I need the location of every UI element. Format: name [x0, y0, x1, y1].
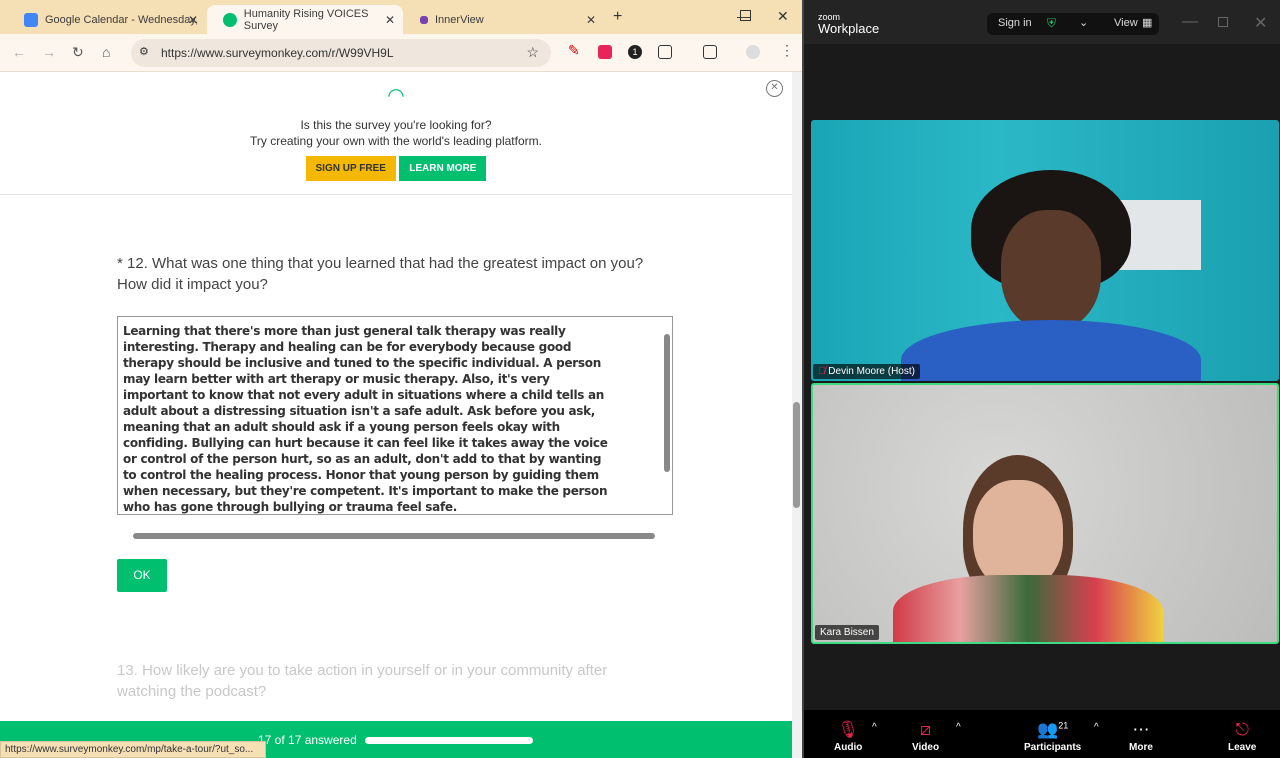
participant-name-tag: 🎙̸ Devin Moore (Host) [813, 364, 920, 379]
answer-textarea[interactable]: Learning that there's more than just gen… [117, 316, 673, 515]
close-tab-icon[interactable]: ✕ [188, 13, 198, 27]
question-12-label: * 12. What was one thing that you learne… [117, 255, 644, 293]
status-bar-url: https://www.surveymonkey.com/mp/take-a-t… [0, 741, 266, 758]
site-settings-icon[interactable]: ⚙ [139, 45, 149, 58]
pen-extension-icon[interactable]: ✎ [568, 42, 582, 58]
home-icon[interactable]: ⌂ [102, 44, 110, 60]
meeting-controls: 🎙 Audio ^ ⧄ Video ^ 👥21 Participants ^ ⋯ Mor… [804, 710, 1280, 758]
participant-name-tag: Kara Bissen [815, 625, 879, 640]
tab-google-calendar[interactable]: Google Calendar - Wednesday, ✕ [8, 5, 206, 34]
shield-check-icon: ⛨ [1047, 16, 1057, 30]
more-button[interactable]: ⋯ More [1129, 720, 1153, 753]
star-icon[interactable]: ☆ [526, 44, 539, 61]
progress-bar [365, 737, 533, 744]
surveymonkey-logo: ◠ [387, 85, 405, 107]
close-tab-icon[interactable]: ✕ [586, 13, 596, 27]
profile-avatar[interactable] [746, 45, 760, 59]
address-bar[interactable]: ⚙ https://www.surveymonkey.com/r/W99VH9L ☆ [131, 39, 551, 67]
banner-line2: Try creating your own with the world's l… [250, 134, 542, 148]
tab-bar: Google Calendar - Wednesday, ✕ Humanity R… [0, 0, 802, 34]
audio-button[interactable]: 🎙 Audio [834, 720, 862, 753]
pointer-extension-icon[interactable] [598, 45, 612, 59]
muted-mic-icon: 🎙̸ [818, 366, 826, 377]
participants-button[interactable]: 👥21 Participants [1024, 720, 1081, 753]
view-button[interactable]: View [1114, 17, 1138, 29]
video-tile-kara[interactable]: Kara Bissen [811, 383, 1279, 644]
zoom-minimize-icon[interactable]: — [1182, 13, 1198, 31]
promo-banner: ◠ Is this the survey you're looking for?… [0, 72, 792, 195]
calendar-icon [24, 12, 38, 27]
surveymonkey-icon [223, 12, 237, 27]
zoom-close-icon[interactable]: ✕ [1254, 13, 1267, 33]
sign-in-button[interactable]: Sign in [998, 17, 1032, 29]
extensions-icon[interactable] [658, 45, 672, 59]
sign-up-free-button[interactable]: SIGN UP FREE [305, 156, 396, 181]
menu-icon[interactable]: ⋮ [780, 42, 794, 59]
forward-icon[interactable]: → [42, 44, 56, 60]
muted-mic-icon: 🎙 [837, 720, 859, 739]
more-icon: ⋯ [1132, 720, 1150, 739]
participants-icon: 👥21 [1037, 720, 1069, 739]
video-tile-devin[interactable]: 🎙̸ Devin Moore (Host) [811, 120, 1279, 381]
textarea-horizontal-scrollbar[interactable] [133, 533, 655, 539]
ok-button[interactable]: OK [117, 559, 167, 592]
new-tab-icon[interactable]: + [613, 8, 622, 26]
reload-icon[interactable]: ↻ [72, 44, 84, 61]
question-13-label: 13. How likely are you to take action in… [117, 662, 608, 700]
page-scrollbar[interactable] [792, 72, 802, 758]
progress-text: 17 of 17 answered [258, 733, 357, 747]
close-tab-icon[interactable]: ✕ [385, 13, 395, 27]
leave-icon: ⎋ [1235, 720, 1249, 739]
close-banner-icon[interactable]: ✕ [766, 80, 783, 97]
video-off-icon: ⧄ [920, 720, 931, 739]
audio-options-caret[interactable]: ^ [872, 722, 877, 733]
textarea-scrollbar[interactable] [664, 334, 670, 472]
tab-search-icon[interactable] [703, 45, 717, 59]
zoom-brand: Workplace [818, 21, 880, 36]
survey-page: ◠ Is this the survey you're looking for?… [0, 72, 792, 758]
leave-button[interactable]: ⎋ Leave [1228, 720, 1256, 753]
back-icon[interactable]: ← [12, 44, 26, 60]
innerview-icon [420, 15, 428, 24]
tab-innerview[interactable]: InnerView ✕ [404, 5, 604, 34]
zoom-titlebar: zoom Workplace Sign in ⛨ ⌄ View ▦ — ✕ [804, 0, 1280, 44]
badge-extension-icon[interactable]: 1 [628, 45, 642, 59]
banner-line1: Is this the survey you're looking for? [300, 118, 492, 132]
browser-window: Google Calendar - Wednesday, ✕ Humanity R… [0, 0, 802, 758]
zoom-window: zoom Workplace Sign in ⛨ ⌄ View ▦ — ✕ 🎙̸… [802, 0, 1280, 758]
chevron-down-icon[interactable]: ⌄ [1079, 16, 1088, 29]
browser-toolbar: ← → ↻ ⌂ ⚙ https://www.surveymonkey.com/r/… [0, 34, 802, 72]
video-button[interactable]: ⧄ Video [912, 720, 939, 753]
participants-options-caret[interactable]: ^ [1094, 722, 1099, 733]
tab-survey[interactable]: Humanity Rising VOICES Survey ✕ [207, 5, 403, 34]
video-options-caret[interactable]: ^ [956, 722, 961, 733]
maximize-icon[interactable] [740, 10, 751, 21]
learn-more-button[interactable]: LEARN MORE [399, 156, 487, 181]
close-window-icon[interactable]: ✕ [777, 8, 789, 25]
grid-icon[interactable]: ▦ [1142, 16, 1152, 29]
zoom-maximize-icon[interactable] [1218, 17, 1228, 27]
